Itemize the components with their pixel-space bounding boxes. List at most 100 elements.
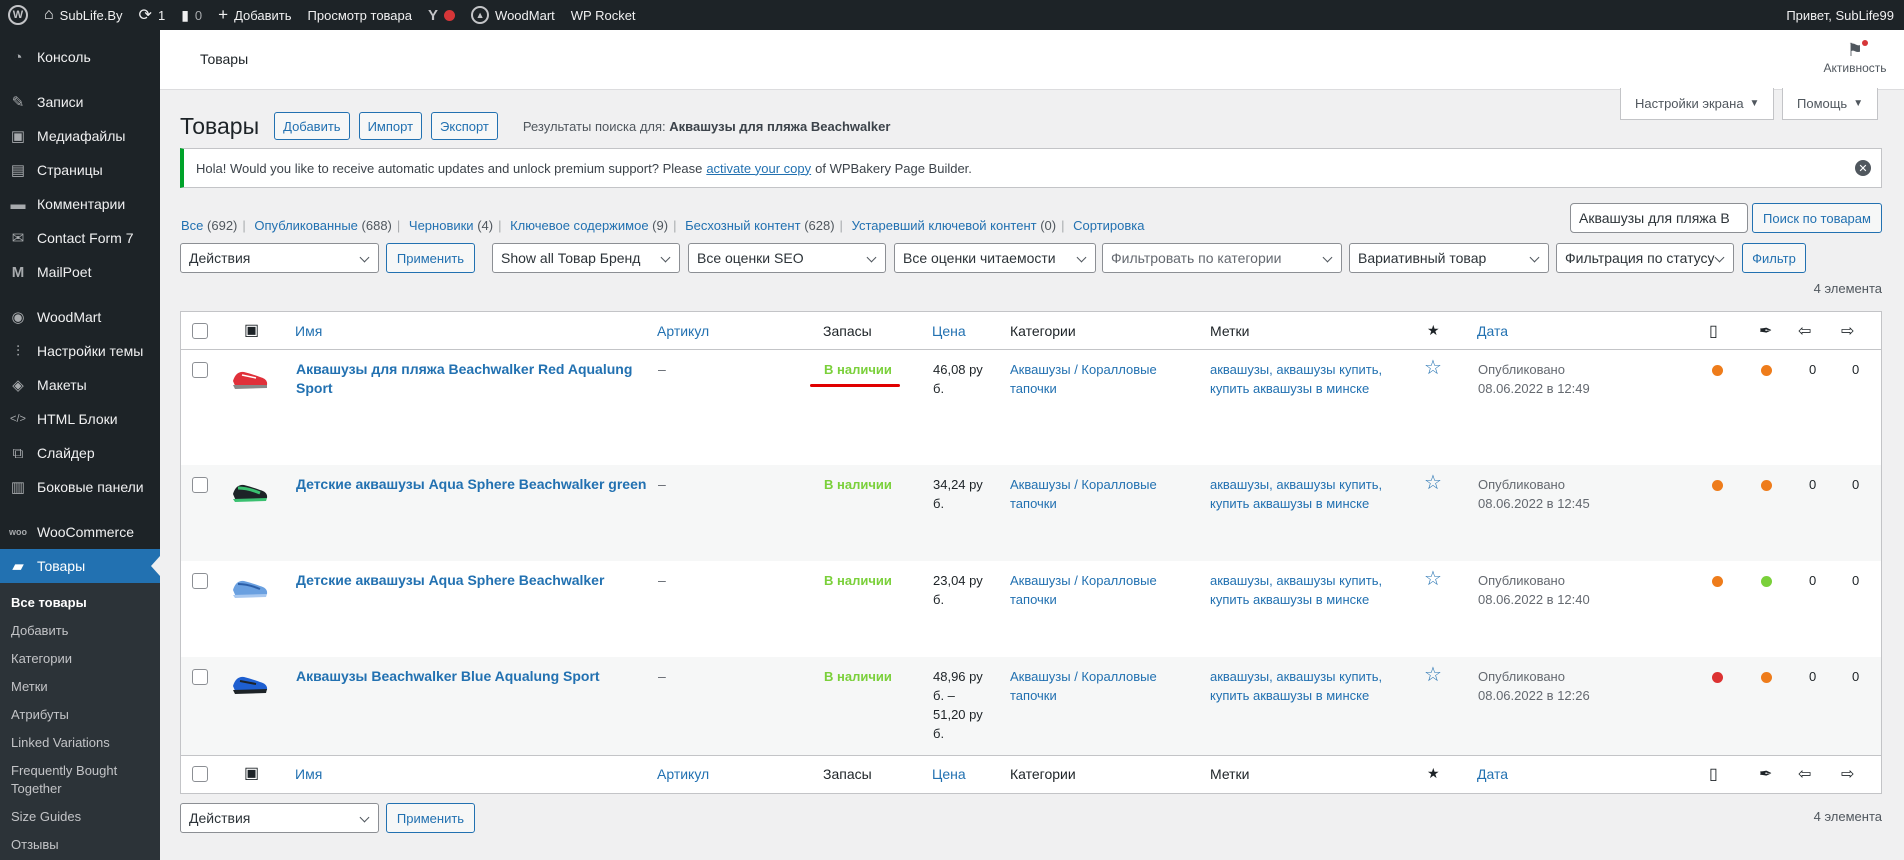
menu-sidebars[interactable]: ▥ Боковые панели	[0, 470, 160, 504]
apply-bulk-button-bottom[interactable]: Применить	[386, 803, 475, 833]
internal-links-icon[interactable]: ⇦	[1798, 322, 1811, 341]
menu-mailpoet[interactable]: M MailPoet	[0, 255, 160, 289]
tags-links[interactable]: аквашузы, аквашузы купить, купить аквашуз…	[1210, 667, 1382, 705]
site-name-link[interactable]: ⌂ SubLife.By	[36, 0, 131, 30]
dismiss-icon[interactable]: ✕	[1855, 160, 1871, 176]
menu-contact-form[interactable]: ✉ Contact Form 7	[0, 221, 160, 255]
column-price[interactable]: Цена	[932, 322, 966, 341]
view-orphaned[interactable]: Бесхозный контент	[685, 218, 800, 233]
category-link[interactable]: Аквашузы / Коралловые тапочки	[1010, 360, 1157, 398]
product-type-select[interactable]: Вариативный товар	[1349, 243, 1549, 273]
tags-links[interactable]: аквашузы, аквашузы купить, купить аквашуз…	[1210, 571, 1382, 609]
column-price[interactable]: Цена	[932, 765, 966, 784]
menu-theme-settings[interactable]: ⫶ Настройки темы	[0, 334, 160, 368]
featured-star-toggle[interactable]: ☆	[1424, 665, 1442, 685]
category-filter-select[interactable]: Фильтровать по категории	[1102, 243, 1342, 273]
submenu-attributes[interactable]: Атрибуты	[0, 701, 160, 729]
product-name-link[interactable]: Детские аквашузы Aqua Sphere Beachwalker	[296, 571, 604, 590]
submenu-categories[interactable]: Категории	[0, 645, 160, 673]
comments-link[interactable]: ▮ 0	[173, 0, 210, 30]
brand-filter-select[interactable]: Show all Товар Бренд	[492, 243, 680, 273]
category-link[interactable]: Аквашузы / Коралловые тапочки	[1010, 475, 1157, 513]
bulk-actions-select[interactable]: Действия	[180, 243, 379, 273]
tags-links[interactable]: аквашузы, аквашузы купить, купить аквашуз…	[1210, 360, 1382, 398]
updates-link[interactable]: ⟳ 1	[131, 0, 174, 30]
column-name[interactable]: Имя	[295, 765, 322, 784]
account-menu[interactable]: Привет, SubLife99	[1778, 0, 1904, 30]
menu-woodmart[interactable]: ◉ WoodMart	[0, 300, 160, 334]
seo-filter-select[interactable]: Все оценки SEO	[688, 243, 886, 273]
menu-media[interactable]: ▣ Медиафайлы	[0, 119, 160, 153]
activity-button[interactable]: ⚑ Активность	[1820, 40, 1890, 75]
submenu-frequently-bought[interactable]: Frequently Bought Together	[0, 757, 160, 803]
row-checkbox[interactable]	[192, 573, 208, 589]
submenu-reviews[interactable]: Отзывы	[0, 831, 160, 859]
stock-status-select[interactable]: Фильтрация по статусу	[1556, 243, 1734, 273]
select-all-checkbox[interactable]	[192, 323, 208, 339]
category-link[interactable]: Аквашузы / Коралловые тапочки	[1010, 571, 1157, 609]
submenu-all-products[interactable]: Все товары	[0, 589, 160, 617]
column-name[interactable]: Имя	[295, 322, 322, 341]
featured-star-toggle[interactable]: ☆	[1424, 358, 1442, 378]
help-button[interactable]: Помощь ▼	[1782, 88, 1879, 120]
readability-icon[interactable]: ✒	[1759, 322, 1772, 341]
featured-star-icon[interactable]: ★	[1427, 764, 1440, 783]
menu-html-blocks[interactable]: </> HTML Блоки	[0, 402, 160, 436]
product-search-input[interactable]	[1570, 203, 1748, 233]
add-new-link[interactable]: + Добавить	[210, 0, 299, 30]
submenu-tags[interactable]: Метки	[0, 673, 160, 701]
incoming-links-icon[interactable]: ⇨	[1841, 322, 1854, 341]
wordpress-logo[interactable]: W	[0, 0, 36, 30]
product-name-link[interactable]: Детские аквашузы Aqua Sphere Beachwalker…	[296, 475, 646, 494]
import-button[interactable]: Импорт	[358, 112, 423, 140]
product-thumbnail[interactable]	[230, 471, 270, 511]
row-checkbox[interactable]	[192, 362, 208, 378]
menu-layouts[interactable]: ◈ Макеты	[0, 368, 160, 402]
readability-filter-select[interactable]: Все оценки читаемости	[894, 243, 1096, 273]
menu-slider[interactable]: ⧉ Слайдер	[0, 436, 160, 470]
menu-pages[interactable]: ▤ Страницы	[0, 153, 160, 187]
filter-button[interactable]: Фильтр	[1742, 243, 1806, 273]
incoming-links-icon[interactable]: ⇨	[1841, 765, 1854, 784]
menu-dashboard[interactable]: ◔ Консоль	[0, 40, 160, 74]
submenu-add[interactable]: Добавить	[0, 617, 160, 645]
wp-rocket-menu[interactable]: WP Rocket	[563, 0, 644, 30]
row-checkbox[interactable]	[192, 477, 208, 493]
seo-score-icon[interactable]: ▯	[1709, 322, 1718, 341]
view-product-link[interactable]: Просмотр товара	[300, 0, 420, 30]
column-sku[interactable]: Артикул	[657, 322, 709, 341]
view-published[interactable]: Опубликованные	[254, 218, 358, 233]
product-name-link[interactable]: Аквашузы для пляжа Beachwalker Red Aqual…	[296, 360, 632, 398]
internal-links-icon[interactable]: ⇦	[1798, 765, 1811, 784]
submenu-size-guides[interactable]: Size Guides	[0, 803, 160, 831]
product-thumbnail[interactable]	[230, 358, 270, 398]
tags-links[interactable]: аквашузы, аквашузы купить, купить аквашуз…	[1210, 475, 1382, 513]
readability-icon[interactable]: ✒	[1759, 765, 1772, 784]
column-date[interactable]: Дата	[1477, 322, 1508, 341]
menu-woocommerce[interactable]: woo WooCommerce	[0, 515, 160, 549]
column-date[interactable]: Дата	[1477, 765, 1508, 784]
column-sku[interactable]: Артикул	[657, 765, 709, 784]
screen-options-button[interactable]: Настройки экрана ▼	[1620, 88, 1775, 120]
view-all[interactable]: Все	[181, 218, 203, 233]
featured-star-toggle[interactable]: ☆	[1424, 569, 1442, 589]
view-sorting[interactable]: Сортировка	[1073, 218, 1144, 233]
featured-star-icon[interactable]: ★	[1427, 321, 1440, 340]
menu-posts[interactable]: ✎ Записи	[0, 85, 160, 119]
view-drafts[interactable]: Черновики	[409, 218, 474, 233]
menu-comments[interactable]: ▬ Комментарии	[0, 187, 160, 221]
product-thumbnail[interactable]	[230, 567, 270, 607]
row-checkbox[interactable]	[192, 669, 208, 685]
view-stale-cornerstone[interactable]: Устаревший ключевой контент	[852, 218, 1037, 233]
bulk-actions-select-bottom[interactable]: Действия	[180, 803, 379, 833]
product-name-link[interactable]: Аквашузы Beachwalker Blue Aqualung Sport	[296, 667, 600, 686]
select-all-checkbox-bottom[interactable]	[192, 766, 208, 782]
apply-bulk-button[interactable]: Применить	[386, 243, 475, 273]
search-products-button[interactable]: Поиск по товарам	[1752, 203, 1882, 233]
category-link[interactable]: Аквашузы / Коралловые тапочки	[1010, 667, 1157, 705]
add-product-button[interactable]: Добавить	[274, 112, 350, 140]
woodmart-menu[interactable]: ▲ WoodMart	[463, 0, 563, 30]
featured-star-toggle[interactable]: ☆	[1424, 473, 1442, 493]
submenu-linked-variations[interactable]: Linked Variations	[0, 729, 160, 757]
product-thumbnail[interactable]	[230, 663, 270, 703]
